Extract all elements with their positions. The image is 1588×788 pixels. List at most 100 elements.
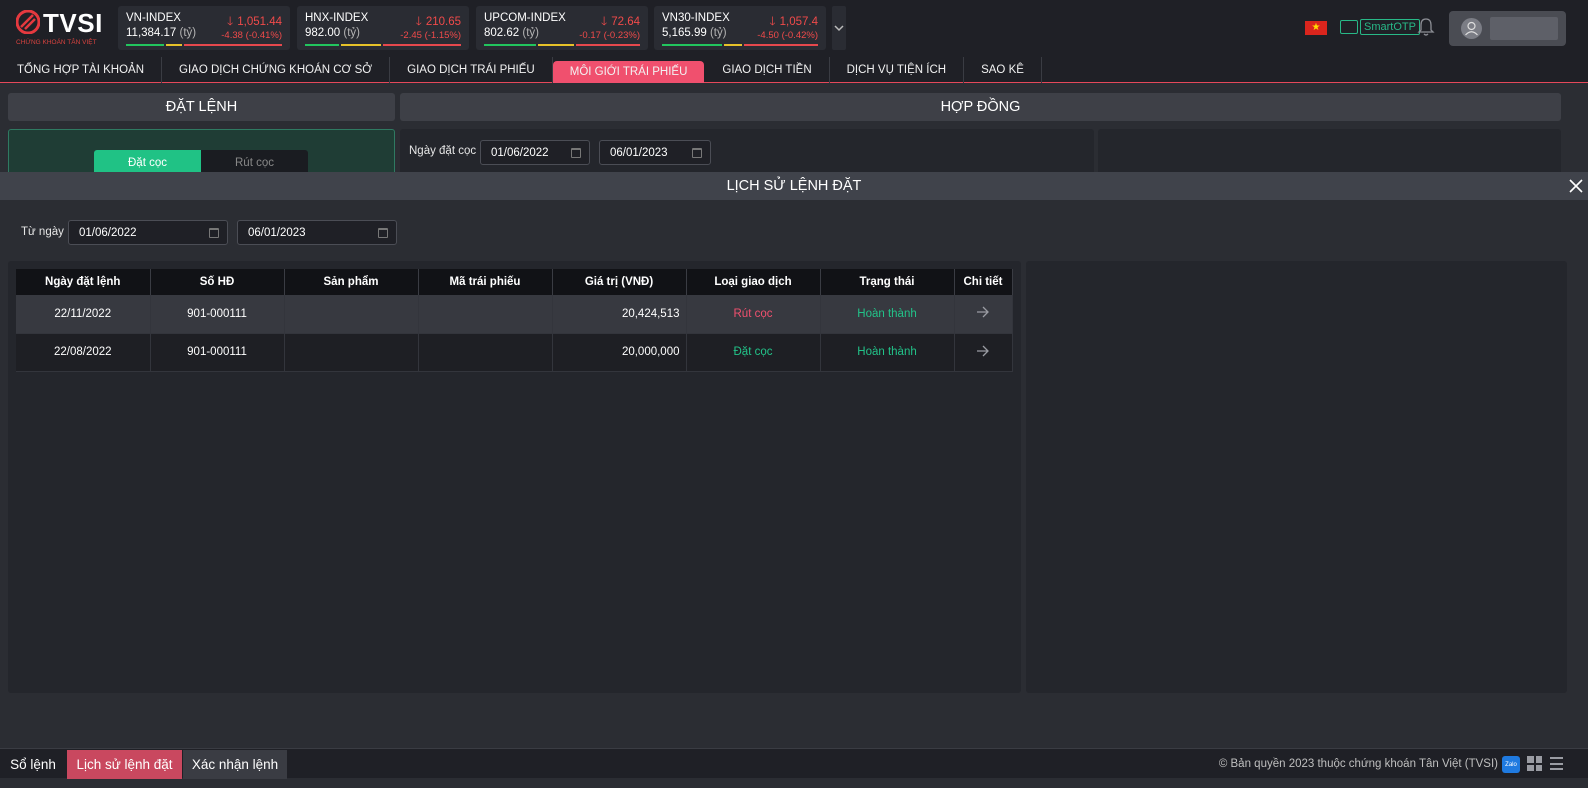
menu-icon[interactable] bbox=[1550, 757, 1563, 770]
col-value[interactable]: Giá trị (VNĐ) bbox=[552, 269, 687, 295]
footer-tab-order-confirm[interactable]: Xác nhận lệnh bbox=[183, 750, 287, 779]
breadth-bar bbox=[662, 44, 818, 46]
history-table: Ngày đặt lệnh Số HĐ Sản phẩm Mã trái phi… bbox=[16, 269, 1013, 372]
index-volume: 5,165.99 (tỷ) bbox=[662, 27, 727, 39]
col-status[interactable]: Trạng thái bbox=[820, 269, 955, 295]
top-header: TVSI CHỨNG KHOÁN TÂN VIỆT VN-INDEX 🡓 1,05… bbox=[0, 0, 1588, 57]
calendar-icon bbox=[571, 148, 581, 158]
nav-statement[interactable]: SAO KÊ bbox=[964, 57, 1042, 83]
modal-header: LỊCH SỬ LỆNH ĐẶT bbox=[0, 172, 1588, 200]
cell-bond-code bbox=[418, 333, 553, 372]
table-row[interactable]: 22/08/2022 901-000111 20,000,000 Đặt cọc… bbox=[16, 333, 1013, 372]
col-product[interactable]: Sản phẩm bbox=[284, 269, 419, 295]
index-card-upcom[interactable]: UPCOM-INDEX 🡓 72.64 802.62 (tỷ) -0.17 (-0… bbox=[476, 6, 648, 50]
detail-button[interactable] bbox=[954, 333, 1013, 372]
detail-side-panel bbox=[1026, 261, 1567, 693]
zalo-icon[interactable]: Zalo bbox=[1502, 756, 1520, 773]
grid-layout-icon[interactable] bbox=[1527, 756, 1542, 771]
cell-status: Hoàn thành bbox=[820, 295, 955, 334]
breadth-bar bbox=[484, 44, 640, 46]
cell-product bbox=[284, 333, 419, 372]
index-change: -4.50 (-0.42%) bbox=[757, 30, 818, 41]
deposit-date-label: Ngày đặt cọc bbox=[409, 145, 477, 157]
tvsi-logo-icon bbox=[16, 10, 40, 34]
nav-bond-brokerage[interactable]: MÔI GIỚI TRÁI PHIẾU bbox=[552, 61, 705, 83]
cell-value: 20,424,513 bbox=[552, 295, 687, 334]
index-change: -4.38 (-0.41%) bbox=[221, 30, 282, 41]
smartotp-icon bbox=[1340, 20, 1358, 34]
user-name-placeholder bbox=[1490, 17, 1558, 40]
cell-contract-no: 901-000111 bbox=[150, 295, 285, 334]
footer-tab-order-book[interactable]: Sổ lệnh bbox=[0, 750, 66, 779]
index-change: -0.17 (-0.23%) bbox=[579, 30, 640, 41]
index-volume: 982.00 (tỷ) bbox=[305, 27, 360, 39]
cell-contract-no: 901-000111 bbox=[150, 333, 285, 372]
order-section-header: ĐẶT LỆNH bbox=[8, 93, 395, 121]
col-contract-no[interactable]: Số HĐ bbox=[150, 269, 285, 295]
index-volume: 802.62 (tỷ) bbox=[484, 27, 539, 39]
col-detail[interactable]: Chi tiết bbox=[954, 269, 1013, 295]
nav-account-summary[interactable]: TỔNG HỢP TÀI KHOẢN bbox=[0, 57, 163, 83]
table-row[interactable]: 22/11/2022 901-000111 20,424,513 Rút cọc… bbox=[16, 295, 1013, 334]
arrow-right-icon bbox=[977, 345, 989, 356]
col-bond-code[interactable]: Mã trái phiếu bbox=[418, 269, 553, 295]
cell-order-date: 22/08/2022 bbox=[16, 333, 151, 372]
footer-bar: Sổ lệnh Lịch sử lệnh đặt Xác nhận lệnh ©… bbox=[0, 748, 1588, 779]
copyright-text: © Bản quyền 2023 thuộc chứng khoán Tân V… bbox=[1218, 758, 1498, 770]
tvsi-logo[interactable]: TVSI CHỨNG KHOÁN TÂN VIỆT bbox=[15, 8, 105, 49]
breadth-bar bbox=[305, 44, 461, 46]
nav-stock-trading[interactable]: GIAO DỊCH CHỨNG KHOÁN CƠ SỞ bbox=[162, 57, 391, 83]
index-card-vn30[interactable]: VN30-INDEX 🡓 1,057.4 5,165.99 (tỷ) -4.50 … bbox=[654, 6, 826, 50]
vietnam-flag-icon[interactable]: ★ bbox=[1305, 21, 1327, 35]
arrow-down-icon: 🡓 bbox=[769, 14, 776, 28]
nav-bond-trading[interactable]: GIAO DỊCH TRÁI PHIẾU bbox=[390, 57, 553, 83]
index-name: UPCOM-INDEX bbox=[484, 12, 566, 24]
contract-section-header: HỢP ĐỒNG bbox=[400, 93, 1561, 121]
bell-icon[interactable] bbox=[1417, 17, 1435, 37]
table-header-row: Ngày đặt lệnh Số HĐ Sản phẩm Mã trái phi… bbox=[16, 269, 1013, 295]
index-card-hnx[interactable]: HNX-INDEX 🡓 210.65 982.00 (tỷ) -2.45 (-1.… bbox=[297, 6, 469, 50]
modal-title: LỊCH SỬ LỆNH ĐẶT bbox=[726, 178, 862, 194]
arrow-right-icon bbox=[977, 306, 989, 318]
cell-bond-code bbox=[418, 295, 553, 334]
order-history-modal: LỊCH SỬ LỆNH ĐẶT Từ ngày 01/06/2022 06/0… bbox=[0, 172, 1588, 748]
cell-status: Hoàn thành bbox=[820, 333, 955, 372]
cell-transaction-type: Rút cọc bbox=[686, 295, 821, 334]
close-icon[interactable] bbox=[1568, 178, 1584, 194]
index-card-vn[interactable]: VN-INDEX 🡓 1,051.44 11,384.17 (tỷ) -4.38 … bbox=[118, 6, 290, 50]
arrow-down-icon: 🡓 bbox=[415, 14, 422, 28]
user-account-button[interactable] bbox=[1449, 11, 1566, 46]
detail-button[interactable] bbox=[954, 295, 1013, 334]
cell-transaction-type: Đặt cọc bbox=[686, 333, 821, 372]
index-name: VN-INDEX bbox=[126, 12, 181, 24]
brand-tagline: CHỨNG KHOÁN TÂN VIỆT bbox=[16, 39, 97, 46]
nav-cash-transactions[interactable]: GIAO DỊCH TIỀN bbox=[705, 57, 830, 83]
contract-from-date-input[interactable]: 01/06/2022 bbox=[480, 140, 590, 165]
history-grid-panel: Ngày đặt lệnh Số HĐ Sản phẩm Mã trái phi… bbox=[8, 261, 1021, 693]
nav-utility-services[interactable]: DỊCH VỤ TIỆN ÍCH bbox=[830, 57, 965, 83]
brand-name: TVSI bbox=[43, 8, 103, 38]
arrow-down-icon: 🡓 bbox=[226, 14, 234, 28]
col-order-date[interactable]: Ngày đặt lệnh bbox=[16, 269, 151, 295]
col-transaction-type[interactable]: Loại giao dịch bbox=[686, 269, 821, 295]
index-name: HNX-INDEX bbox=[305, 12, 369, 24]
main-nav: TỔNG HỢP TÀI KHOẢN GIAO DỊCH CHỨNG KHOÁN… bbox=[0, 57, 1588, 83]
chevron-down-icon[interactable] bbox=[832, 6, 846, 50]
to-date-input[interactable]: 06/01/2023 bbox=[237, 220, 397, 245]
arrow-down-icon: 🡓 bbox=[600, 14, 608, 28]
footer-tab-order-history[interactable]: Lịch sử lệnh đặt bbox=[67, 750, 182, 779]
index-change: -2.45 (-1.15%) bbox=[400, 30, 461, 41]
smartotp-label: SmartOTP bbox=[1360, 19, 1420, 35]
contract-to-date-input[interactable]: 06/01/2023 bbox=[599, 140, 711, 165]
cell-order-date: 22/11/2022 bbox=[16, 295, 151, 334]
cell-product bbox=[284, 295, 419, 334]
breadth-bar bbox=[126, 44, 282, 46]
from-date-input[interactable]: 01/06/2022 bbox=[68, 220, 228, 245]
avatar-icon bbox=[1461, 18, 1482, 39]
calendar-icon bbox=[378, 228, 388, 238]
calendar-icon bbox=[209, 228, 219, 238]
index-volume: 11,384.17 (tỷ) bbox=[126, 27, 197, 39]
smartotp-button[interactable]: SmartOTP bbox=[1340, 18, 1420, 36]
index-name: VN30-INDEX bbox=[662, 12, 730, 24]
calendar-icon bbox=[692, 148, 702, 158]
